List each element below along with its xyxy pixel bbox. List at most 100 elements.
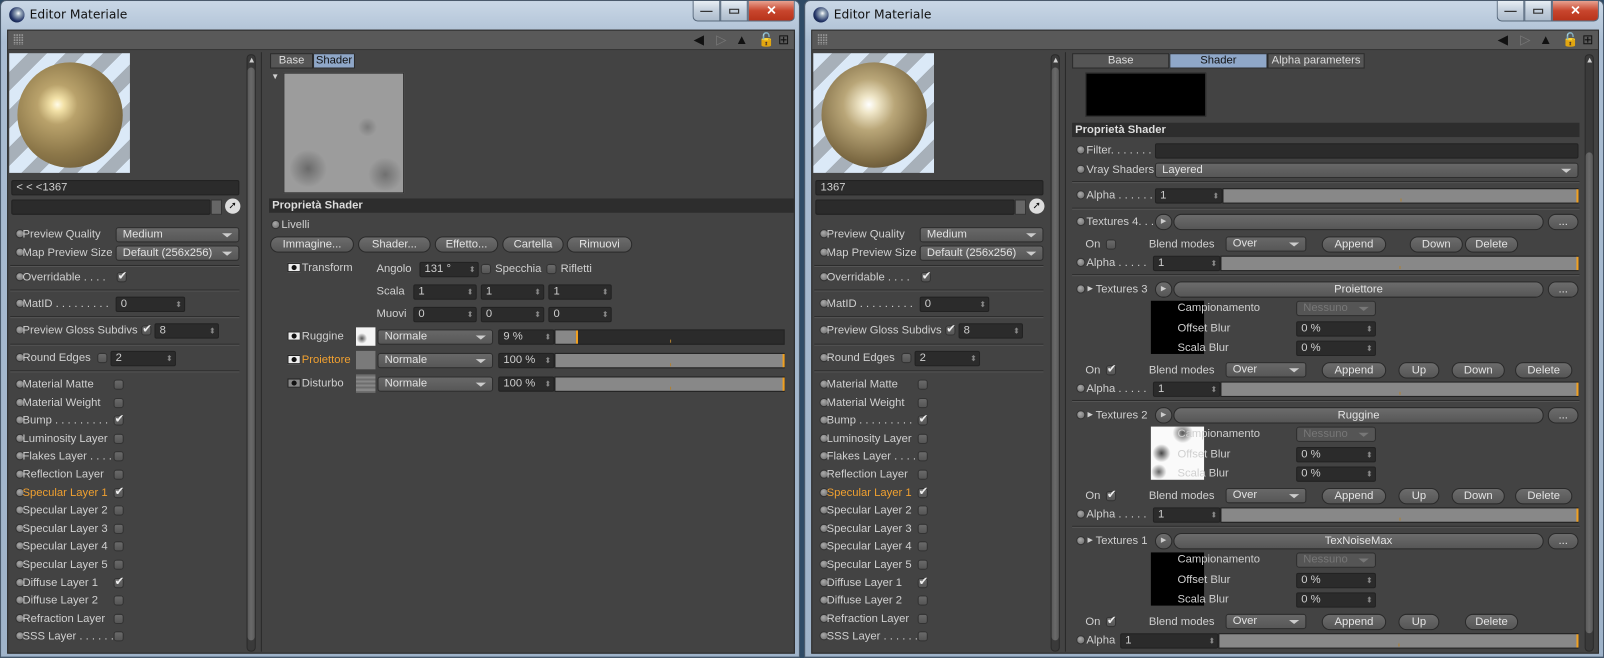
on-checkbox[interactable] [1105,239,1117,250]
append-button[interactable]: Append [1321,487,1387,505]
tab-shader[interactable]: Shader [313,53,355,69]
delete-button[interactable]: Delete [1464,613,1519,631]
scrollbar-thumb[interactable] [247,67,255,641]
animate-bullet-icon[interactable] [1076,383,1086,393]
preview-gloss-subdivs-checkbox[interactable] [945,322,956,336]
texture-options-button[interactable]: ... [1547,281,1579,298]
layer-checkbox[interactable] [113,541,124,552]
layer-row[interactable]: Diffuse Layer 2 [814,593,1043,609]
right-panel-scrollbar[interactable]: ▲ [1584,53,1594,652]
layer-add-button-cartella[interactable]: Cartella [502,236,564,253]
layer-checkbox[interactable] [113,523,124,534]
material-preview[interactable] [813,53,934,173]
animate-bullet-icon[interactable] [1076,164,1086,174]
layer-row[interactable]: Luminosity Layer [814,430,1043,446]
up-button[interactable]: Up [1398,362,1440,379]
layer-checkbox[interactable] [917,484,928,498]
layer-visibility-eye-icon[interactable] [287,378,301,388]
lock-icon[interactable]: 🔓 [758,32,775,48]
blend-mode-dropdown[interactable]: Normale [377,329,494,345]
animate-bullet-icon[interactable] [1076,536,1086,546]
layer-row[interactable]: Specular Layer 2 [814,502,1043,518]
layer-row[interactable]: SSS Layer . . . . . . [814,629,1043,645]
opacity-slider[interactable] [554,376,785,392]
new-window-icon[interactable]: ⊞ [1581,32,1595,48]
opacity-field[interactable]: 100 % [498,352,555,369]
animate-bullet-icon[interactable] [1076,257,1086,268]
offset-blur-field[interactable]: 0 % [1296,572,1376,589]
new-window-icon[interactable]: ⊞ [776,32,790,48]
scroll-up-arrow-icon[interactable]: ▲ [1052,53,1060,67]
preview-gloss-subdivs-field[interactable]: 8 [958,323,1023,339]
texture-alpha-field[interactable]: 1 [1152,381,1221,397]
collapse-triangle-icon[interactable]: ▼ [271,70,279,84]
tab-shader[interactable]: Shader [1169,53,1268,69]
filter-field[interactable] [1154,143,1579,159]
layer-checkbox[interactable] [113,451,124,462]
blend-mode-dropdown[interactable]: Normale [377,352,494,369]
panel-divider[interactable] [1064,52,1066,652]
append-button[interactable]: Append [1321,362,1387,379]
maximize-button[interactable]: ▭ [720,1,748,22]
opacity-field[interactable]: 9 % [498,329,555,345]
campionamento-dropdown[interactable]: Nessuno [1296,426,1376,442]
layer-checkbox[interactable] [917,505,928,516]
round-edges-field[interactable]: 2 [914,350,981,367]
layer-row[interactable]: SSS Layer . . . . . . [10,629,239,645]
expand-triangle-icon[interactable]: ▶ [1087,534,1093,548]
round-edges-checkbox[interactable] [97,352,108,364]
tab-base[interactable]: Base [270,53,314,69]
lock-icon[interactable]: 🔓 [1562,32,1579,48]
texture-alpha-slider[interactable] [1220,381,1579,397]
layer-row[interactable]: Luminosity Layer [10,430,239,446]
texture-link-button[interactable]: ▶ [1154,407,1173,424]
layer-checkbox[interactable] [113,575,124,588]
panel-divider[interactable] [260,52,262,652]
search-arrow-button[interactable] [1014,199,1027,215]
layer-row[interactable]: Bump . . . . . . . . . [10,412,239,428]
texture-name-button[interactable]: Ruggine [1173,407,1544,424]
round-edges-checkbox[interactable] [901,352,912,364]
blend-modes-dropdown[interactable]: Over [1225,236,1307,252]
layer-checkbox[interactable] [917,541,928,552]
campionamento-dropdown[interactable]: Nessuno [1296,300,1376,317]
material-search-field[interactable] [815,199,1015,215]
opacity-field[interactable]: 100 % [498,376,555,392]
scrollbar-thumb[interactable] [1051,67,1059,641]
left-panel-scrollbar[interactable]: ▲ [1050,53,1060,652]
scala-blur-field[interactable]: 0 % [1296,466,1376,482]
close-button[interactable]: ✕ [747,1,795,22]
texture-options-button[interactable]: ... [1547,532,1579,550]
layer-row[interactable]: Diffuse Layer 1 [814,575,1043,591]
matid-field[interactable]: 0 [115,296,186,313]
matid-field[interactable]: 0 [919,296,990,313]
layer-checkbox[interactable] [113,631,124,642]
layer-checkbox[interactable] [917,469,928,480]
texture-link-button[interactable]: ▶ [1154,532,1173,550]
layer-checkbox[interactable] [113,595,124,606]
preview-quality-dropdown[interactable]: Medium [115,227,240,243]
overridable-checkbox[interactable] [116,269,127,283]
blend-modes-dropdown[interactable]: Over [1225,487,1307,504]
scroll-up-arrow-icon[interactable]: ▲ [1586,53,1594,67]
scrollbar-thumb[interactable] [1585,152,1593,634]
layer-add-button-rimuovi[interactable]: Rimuovi [566,236,633,253]
texture-link-button[interactable]: ▶ [1154,213,1173,231]
layer-checkbox[interactable] [113,433,124,444]
blend-modes-dropdown[interactable]: Over [1225,613,1307,630]
back-arrow-icon[interactable]: ◀ [692,32,706,48]
layer-row[interactable]: Reflection Layer [10,466,239,482]
animate-bullet-icon[interactable] [271,219,281,230]
pick-cursor-icon[interactable]: ➚ [225,198,241,214]
animate-bullet-icon[interactable] [1076,216,1086,227]
pick-cursor-icon[interactable]: ➚ [1029,198,1045,214]
tab-alpha-parameters[interactable]: Alpha parameters [1267,53,1365,69]
append-button[interactable]: Append [1321,236,1387,253]
layer-row[interactable]: Refraction Layer [10,611,239,627]
minimize-button[interactable]: — [692,1,721,22]
animate-bullet-icon[interactable] [1076,410,1086,420]
delete-button[interactable]: Delete [1515,362,1573,379]
layer-checkbox[interactable] [113,397,124,408]
layer-row[interactable]: Bump . . . . . . . . . [814,412,1043,428]
animate-bullet-icon[interactable] [1076,284,1086,294]
